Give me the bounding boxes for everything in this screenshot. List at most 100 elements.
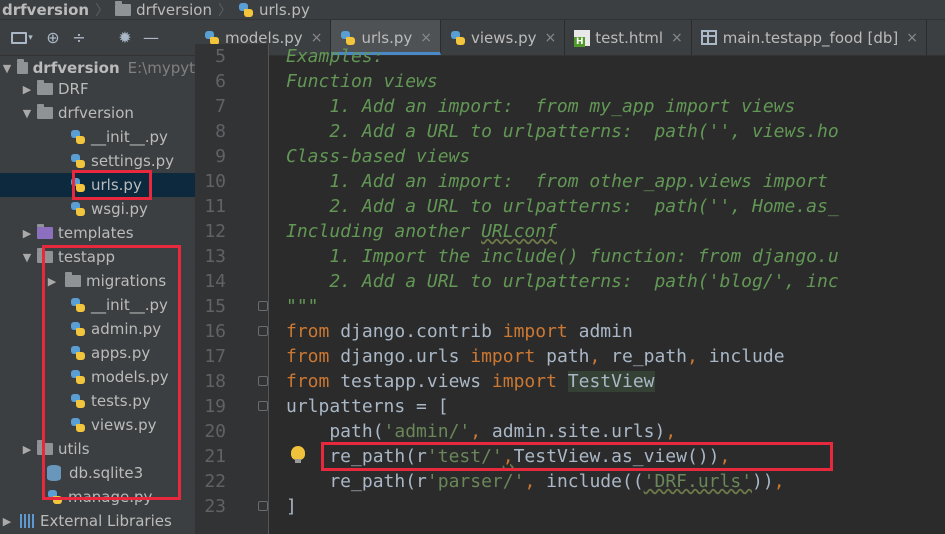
line-number: 13 <box>204 246 226 267</box>
tree-item-admin[interactable]: admin.py <box>0 317 195 341</box>
line-number: 17 <box>204 346 226 367</box>
code-line: path('admin/', admin.site.urls), <box>286 419 676 444</box>
code-line: from django.contrib import admin <box>286 319 633 344</box>
tree-item-migrations[interactable]: ▶ migrations <box>0 269 195 293</box>
breadcrumb-separator: 〉 <box>95 2 110 19</box>
code-token: import <box>491 371 557 392</box>
code-line: Including another URLconf <box>286 219 557 244</box>
collapsed-arrow-icon[interactable]: ▶ <box>20 227 34 240</box>
code-token: import <box>502 321 568 342</box>
folder-icon <box>37 440 53 455</box>
breadcrumb-folder[interactable]: drfversion <box>111 0 218 19</box>
tree-item-settings[interactable]: settings.py <box>0 149 195 173</box>
breadcrumb-project[interactable]: drfversion <box>0 0 95 19</box>
tree-item-label: db.sqlite3 <box>69 464 144 482</box>
tree-item-label: External Libraries <box>40 512 172 530</box>
code-token: , <box>589 346 601 367</box>
tree-item-db[interactable]: db.sqlite3 <box>0 461 195 485</box>
tree-item-drf[interactable]: ▶ DRF <box>0 77 195 101</box>
code-token: Including another <box>286 221 482 242</box>
code-token: 'admin/' <box>383 421 471 442</box>
code-line: 2. Add a URL to urlpatterns: path('', Ho… <box>286 196 839 217</box>
tree-item-tests[interactable]: tests.py <box>0 389 195 413</box>
collapsed-arrow-icon[interactable]: ▶ <box>20 83 34 96</box>
monitor-icon <box>11 31 28 44</box>
code-editor[interactable]: Examples: Function views 1. Add an impor… <box>270 44 945 534</box>
code-token: django.urls <box>329 346 471 367</box>
db-table-icon <box>700 30 717 45</box>
line-number: 14 <box>204 271 226 292</box>
python-file-icon <box>70 321 86 337</box>
line-number: 15 <box>204 296 226 317</box>
python-file-icon <box>47 489 63 505</box>
breadcrumb-project-label: drfversion <box>2 0 90 19</box>
fold-marker-icon[interactable] <box>258 301 268 311</box>
tree-item-label: manage.py <box>68 488 153 506</box>
line-number: 10 <box>204 171 226 192</box>
python-file-icon <box>70 417 86 433</box>
gear-icon: ✹ <box>118 28 132 47</box>
tree-item-label: models.py <box>91 368 169 386</box>
code-token: re_path <box>600 346 688 367</box>
code-line: 1. Add an import: from my_app import vie… <box>286 96 796 117</box>
code-token: from <box>286 371 330 392</box>
tree-item-wsgi[interactable]: wsgi.py <box>0 197 195 221</box>
python-file-icon <box>70 345 86 361</box>
line-number: 9 <box>215 146 226 167</box>
tree-item-label: drfversion <box>32 59 120 77</box>
line-number: 5 <box>215 46 226 67</box>
fold-marker-icon[interactable] <box>258 401 268 411</box>
collapse-all-button[interactable]: ÷ <box>66 20 92 56</box>
chevron-down-icon: ▾ <box>28 32 33 43</box>
tree-item-testapp[interactable]: ▼ testapp <box>0 245 195 269</box>
collapsed-arrow-icon[interactable]: ▶ <box>0 515 14 528</box>
minimize-icon: — <box>143 28 159 47</box>
breadcrumb-file[interactable]: urls.py <box>234 0 316 19</box>
code-line: Examples: <box>286 46 384 67</box>
expanded-arrow-icon[interactable]: ▼ <box>20 251 34 264</box>
tree-item-label: tests.py <box>91 392 151 410</box>
tree-item-urls[interactable]: urls.py <box>0 173 195 197</box>
code-token: , <box>687 346 698 367</box>
tree-item-init[interactable]: __init__.py <box>0 293 195 317</box>
code-token: testapp.views <box>329 371 492 392</box>
tree-item-templates[interactable]: ▶ templates <box>0 221 195 245</box>
tree-item-manage[interactable]: manage.py <box>0 485 195 509</box>
code-line: urlpatterns = [ <box>286 396 449 417</box>
folder-icon <box>37 104 53 119</box>
tree-item-utils[interactable]: ▶ utils <box>0 437 195 461</box>
settings-button[interactable]: ✹ <box>112 20 138 56</box>
tree-item-init[interactable]: __init__.py <box>0 125 195 149</box>
tree-item-apps[interactable]: apps.py <box>0 341 195 365</box>
fold-marker-icon[interactable] <box>258 326 268 336</box>
code-token: include(( <box>535 471 644 492</box>
collapse-icon: ÷ <box>72 28 86 47</box>
tree-item-label: testapp <box>58 248 116 266</box>
scroll-from-source-button[interactable]: ⊕ <box>40 20 66 56</box>
tree-item-views[interactable]: views.py <box>0 413 195 437</box>
code-line: 1. Add an import: from other_app.views i… <box>286 171 828 192</box>
fold-marker-icon[interactable] <box>258 376 268 386</box>
collapsed-arrow-icon[interactable]: ▶ <box>45 275 59 288</box>
hide-panel-button[interactable]: — <box>138 20 164 56</box>
expanded-arrow-icon[interactable]: ▼ <box>20 107 34 120</box>
code-token: , <box>719 446 731 467</box>
tree-item-label: __init__.py <box>91 128 168 146</box>
tree-item-drfversion[interactable]: ▼ drfversion <box>0 101 195 125</box>
code-token: TestView <box>567 371 655 392</box>
tree-item-path: E:\mypyt <box>127 59 195 77</box>
expanded-arrow-icon[interactable]: ▼ <box>0 62 14 75</box>
code-token: admin.site.urls) <box>481 421 666 442</box>
python-file-icon <box>70 297 86 313</box>
project-view-selector[interactable]: ▾ <box>0 20 40 56</box>
code-line: re_path(r'test/',TestView.as_view()), <box>286 444 730 469</box>
code-token: 'DRF.urls' <box>643 471 753 492</box>
code-line: 2. Add a URL to urlpatterns: path('', vi… <box>286 121 839 142</box>
code-line: 1. Import the include() function: from d… <box>286 246 839 267</box>
fold-marker-icon[interactable] <box>258 501 268 511</box>
tree-item-external-libraries[interactable]: ▶ External Libraries <box>0 509 195 533</box>
tree-item-models[interactable]: models.py <box>0 365 195 389</box>
code-token: , <box>524 471 536 492</box>
collapsed-arrow-icon[interactable]: ▶ <box>20 443 34 456</box>
code-token: )) <box>752 471 774 492</box>
